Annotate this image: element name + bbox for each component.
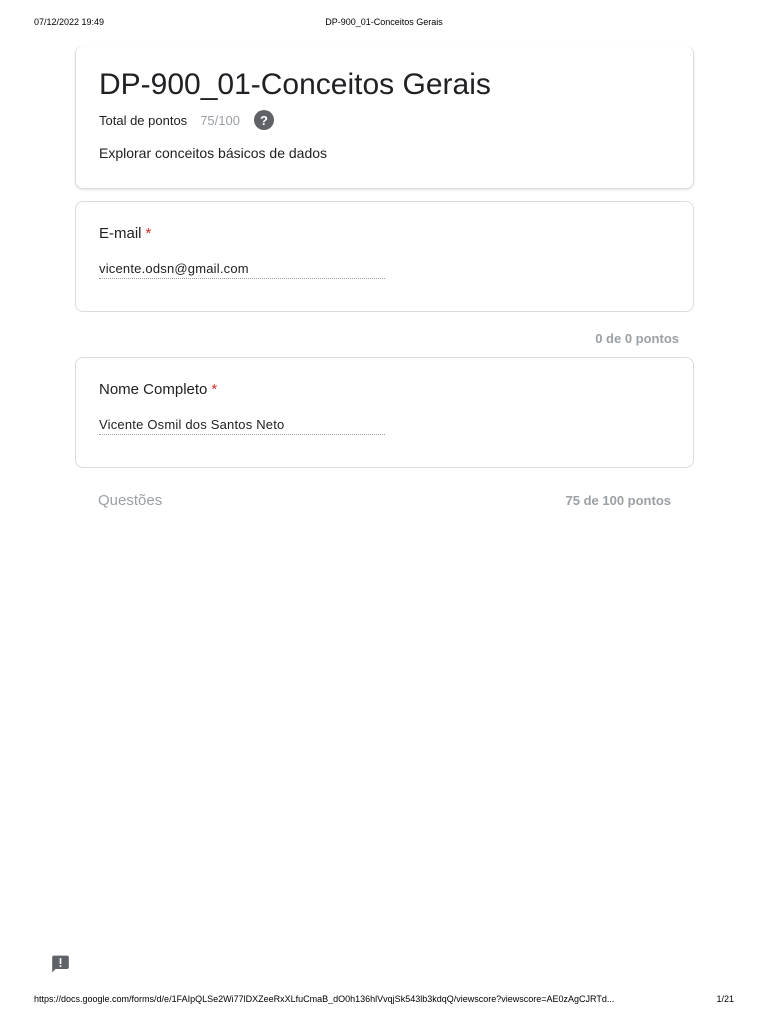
total-points-label: Total de pontos	[99, 112, 188, 128]
print-url: https://docs.google.com/forms/d/e/1FAIpQ…	[34, 994, 615, 1004]
name-answer: Vicente Osmil dos Santos Neto	[99, 417, 385, 435]
feedback-icon[interactable]	[50, 954, 71, 974]
form-header-card: DP-900_01-Conceitos Gerais Total de pont…	[75, 46, 694, 189]
print-title: DP-900_01-Conceitos Gerais	[325, 17, 443, 27]
questions-section-title: Questões	[98, 492, 163, 509]
print-page-number: 1/21	[716, 994, 734, 1004]
required-asterisk: *	[211, 381, 218, 398]
email-question-card: E-mail * vicente.odsn@gmail.com	[75, 201, 694, 312]
email-answer: vicente.odsn@gmail.com	[99, 261, 385, 279]
help-circle-icon[interactable]: ?	[253, 110, 274, 130]
name-label-text: Nome Completo	[99, 381, 208, 398]
email-label-text: E-mail	[99, 225, 142, 242]
name-question-label: Nome Completo *	[99, 381, 217, 398]
required-asterisk: *	[145, 225, 152, 242]
form-title: DP-900_01-Conceitos Gerais	[99, 68, 491, 101]
print-header: 07/12/2022 19:49 DP-900_01-Conceitos Ger…	[34, 17, 734, 31]
email-points-note: 0 de 0 pontos	[595, 331, 679, 346]
print-footer: https://docs.google.com/forms/d/e/1FAIpQ…	[34, 994, 734, 1008]
name-question-card: Nome Completo * Vicente Osmil dos Santos …	[75, 357, 694, 468]
form-description: Explorar conceitos básicos de dados	[99, 145, 328, 161]
total-points-row: Total de pontos 75/100 ?	[99, 110, 274, 130]
questions-section-points: 75 de 100 pontos	[565, 493, 671, 508]
total-points-value: 75/100	[200, 112, 240, 128]
email-question-label: E-mail *	[99, 225, 151, 242]
